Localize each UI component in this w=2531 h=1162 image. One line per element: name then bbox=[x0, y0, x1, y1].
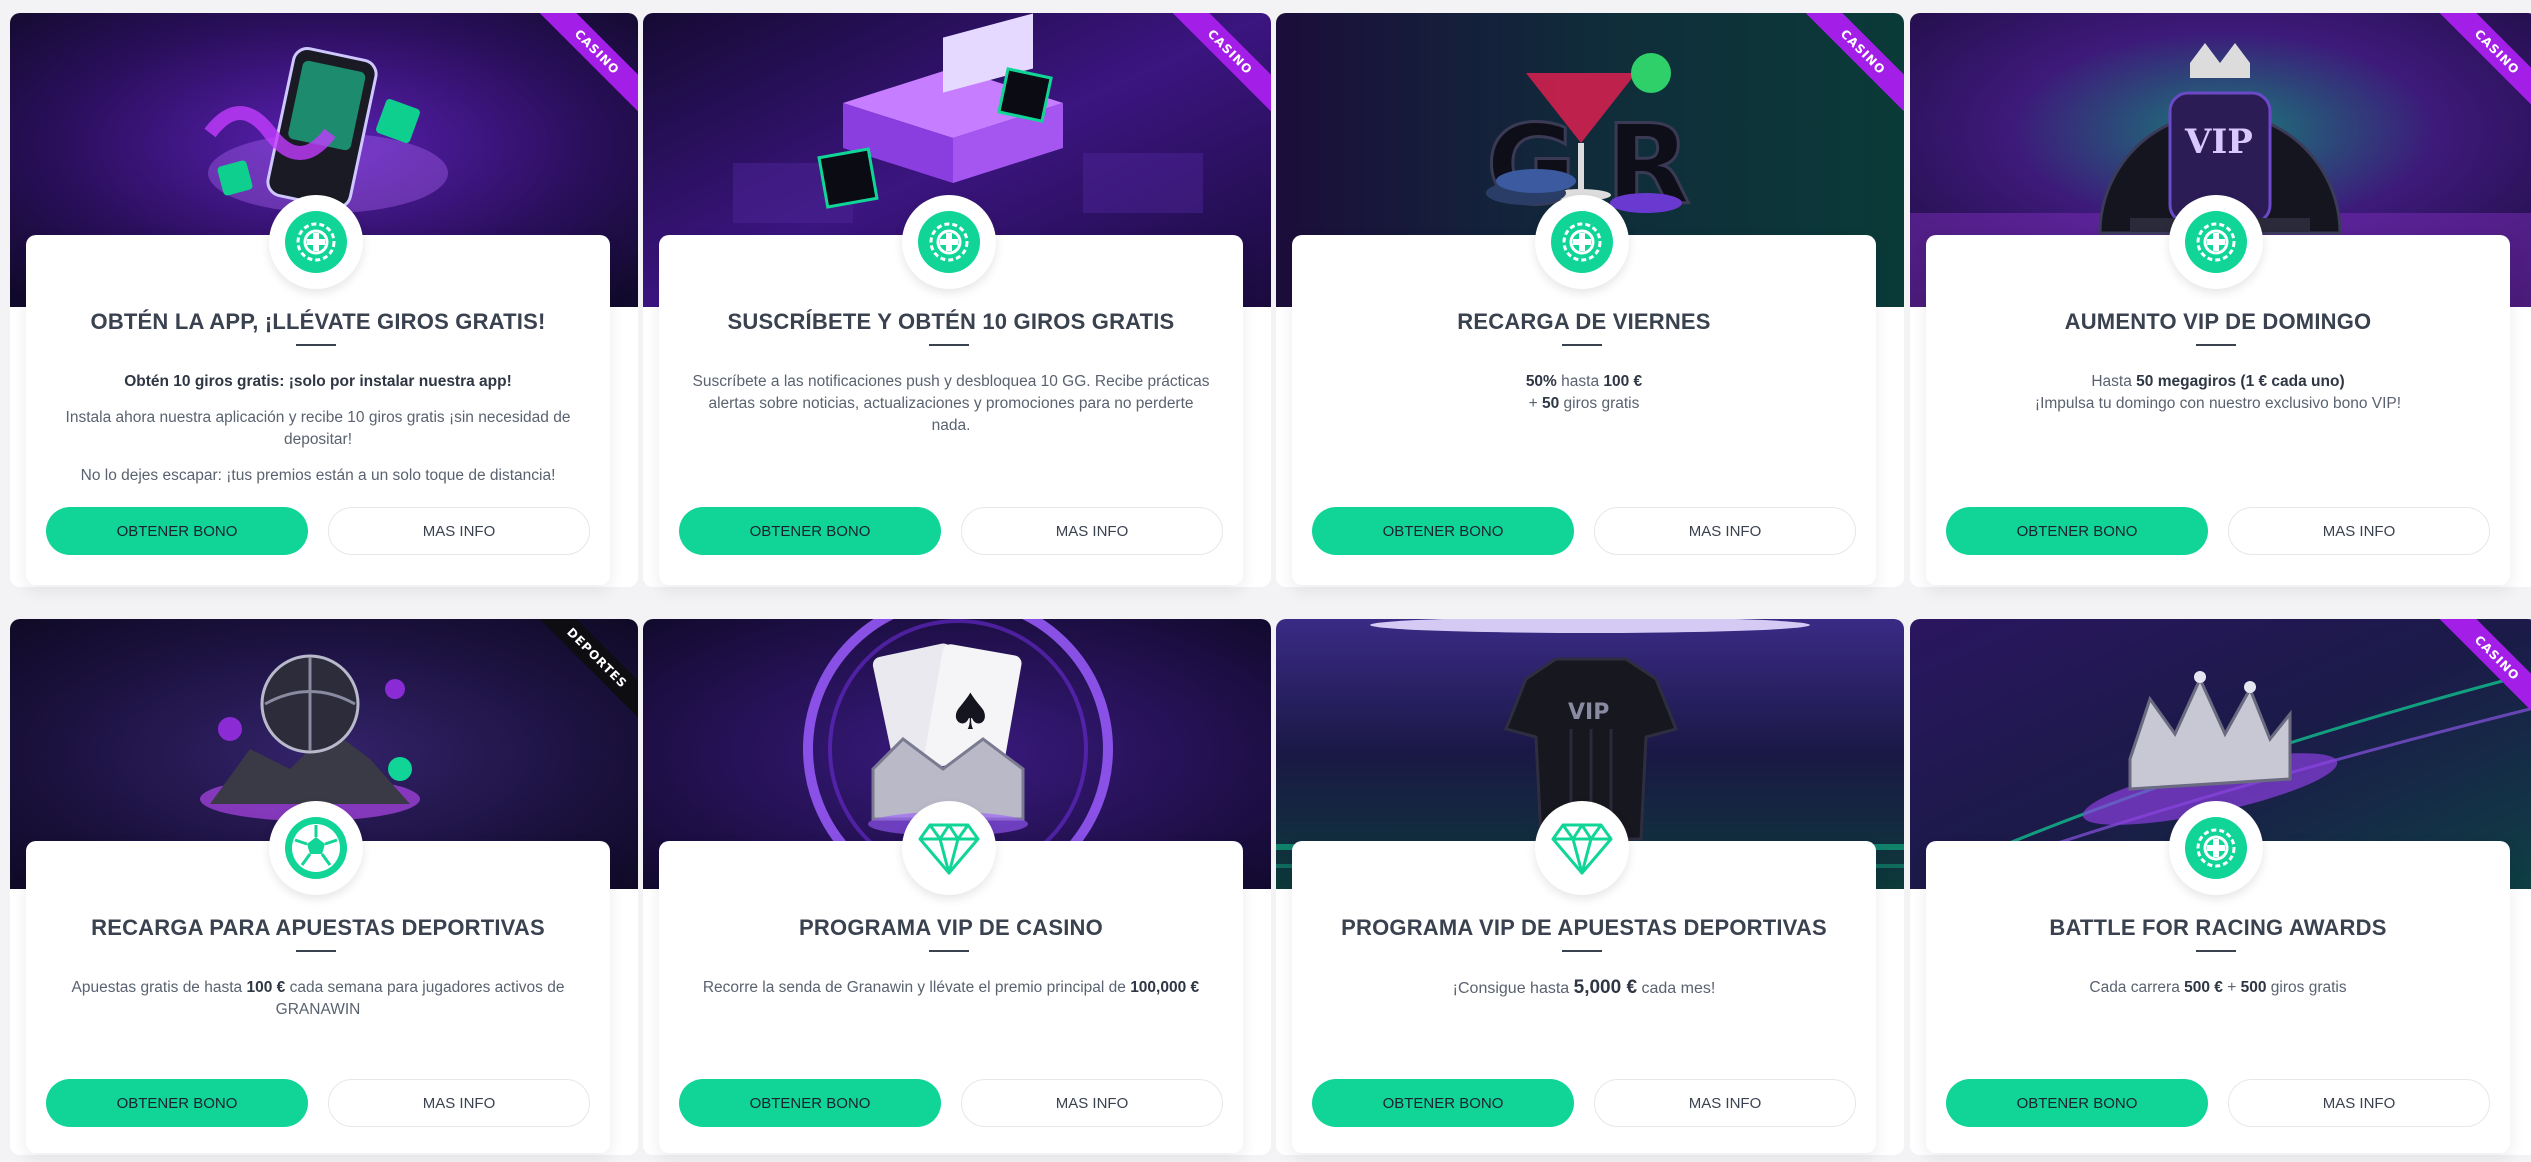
promo-card: CASINO OBTÉN LA APP, ¡LLÉVATE GIROS GRAT… bbox=[10, 13, 638, 587]
bonus-amount: 50 megagiros (1 € cada uno) bbox=[2136, 373, 2345, 390]
roulette-chip-icon bbox=[1535, 195, 1629, 289]
bonus-amount: 100 € bbox=[246, 979, 286, 996]
spins-count: 500 bbox=[2240, 979, 2267, 996]
promo-text: No lo dejes escapar: ¡tus premios están … bbox=[80, 467, 556, 484]
promo-title: OBTÉN LA APP, ¡LLÉVATE GIROS GRATIS! bbox=[90, 309, 546, 334]
promo-description: Suscríbete a las notificaciones push y d… bbox=[689, 371, 1213, 451]
spins-count: 50 bbox=[1541, 395, 1560, 412]
ribbon-label: CASINO bbox=[1161, 13, 1271, 122]
promo-lead: Obtén 10 giros gratis: ¡solo por instala… bbox=[124, 373, 512, 390]
promo-text: ¡Impulsa tu domingo con nuestro exclusiv… bbox=[2034, 395, 2402, 412]
title-divider bbox=[2196, 344, 2236, 346]
category-ribbon: CASINO bbox=[1161, 13, 1271, 123]
promo-text: giros gratis bbox=[1559, 395, 1640, 412]
bonus-percent: 50% bbox=[1525, 373, 1557, 390]
get-bonus-button[interactable]: OBTENER BONO bbox=[1312, 1079, 1574, 1127]
ribbon-label: CASINO bbox=[528, 13, 638, 122]
ribbon-label: CASINO bbox=[2428, 619, 2531, 728]
get-bonus-button[interactable]: OBTENER BONO bbox=[1946, 507, 2208, 555]
more-info-button[interactable]: MAS INFO bbox=[1594, 1079, 1856, 1127]
soccer-ball-icon bbox=[269, 801, 363, 895]
get-bonus-button[interactable]: OBTENER BONO bbox=[679, 1079, 941, 1127]
promo-text: Recorre la senda de Granawin y llévate e… bbox=[702, 979, 1131, 996]
promo-card: G R CASINO RECARGA DE VIERNES 50% hasta … bbox=[1276, 13, 1904, 587]
more-info-button[interactable]: MAS INFO bbox=[1594, 507, 1856, 555]
promo-card: CASINO BATTLE FOR RACING AWARDS Cada car… bbox=[1910, 619, 2531, 1155]
promo-description: Cada carrera 500 € + 500 giros gratis bbox=[1956, 977, 2480, 999]
bonus-amount: 5,000 € bbox=[1573, 977, 1638, 998]
promo-title: AUMENTO VIP DE DOMINGO bbox=[2064, 309, 2372, 334]
category-ribbon: CASINO bbox=[528, 13, 638, 123]
title-divider bbox=[296, 344, 336, 346]
more-info-button[interactable]: MAS INFO bbox=[2228, 507, 2490, 555]
more-info-button[interactable]: MAS INFO bbox=[328, 1079, 590, 1127]
ribbon-label: CASINO bbox=[2428, 13, 2531, 122]
promo-text: cada semana para jugadores activos de GR… bbox=[275, 979, 565, 1018]
promo-title: BATTLE FOR RACING AWARDS bbox=[2049, 915, 2387, 940]
title-divider bbox=[1562, 344, 1602, 346]
title-divider bbox=[296, 950, 336, 952]
category-ribbon: CASINO bbox=[1794, 13, 1904, 123]
title-divider bbox=[1562, 950, 1602, 952]
diamond-icon bbox=[902, 801, 996, 895]
promo-description: 50% hasta 100 € + 50 giros gratis bbox=[1322, 371, 1846, 415]
title-divider bbox=[929, 950, 969, 952]
bonus-amount: 100,000 € bbox=[1130, 979, 1200, 996]
more-info-button[interactable]: MAS INFO bbox=[328, 507, 590, 555]
promo-text: + bbox=[2222, 979, 2241, 996]
category-ribbon: CASINO bbox=[2428, 13, 2531, 123]
get-bonus-button[interactable]: OBTENER BONO bbox=[1946, 1079, 2208, 1127]
promo-text: ¡Consigue hasta bbox=[1452, 980, 1574, 997]
promo-description: Obtén 10 giros gratis: ¡solo por instala… bbox=[56, 371, 580, 501]
more-info-button[interactable]: MAS INFO bbox=[961, 1079, 1223, 1127]
bonus-amount: 100 € bbox=[1603, 373, 1643, 390]
promo-text: Instala ahora nuestra aplicación y recib… bbox=[65, 409, 571, 448]
promo-card: CASINO SUSCRÍBETE Y OBTÉN 10 GIROS GRATI… bbox=[643, 13, 1271, 587]
promo-card: DEPORTES RECARGA PARA APUESTAS DEPORTIVA… bbox=[10, 619, 638, 1155]
svg-text:♠: ♠ bbox=[948, 683, 993, 741]
promo-card: VIP CASINO AUMENTO VIP DE DOMINGO Hasta … bbox=[1910, 13, 2531, 587]
ribbon-label: CASINO bbox=[1794, 13, 1904, 122]
promotions-grid: CASINO OBTÉN LA APP, ¡LLÉVATE GIROS GRAT… bbox=[0, 0, 2531, 1162]
title-divider bbox=[929, 344, 969, 346]
diamond-icon bbox=[1535, 801, 1629, 895]
promo-card: ♠ PROGRAMA VIP DE CASINO Recorre la send… bbox=[643, 619, 1271, 1155]
roulette-chip-icon bbox=[2169, 195, 2263, 289]
promo-title: RECARGA DE VIERNES bbox=[1457, 309, 1711, 334]
promo-text: Hasta bbox=[2091, 373, 2137, 390]
get-bonus-button[interactable]: OBTENER BONO bbox=[1312, 507, 1574, 555]
ribbon-label: DEPORTES bbox=[528, 619, 638, 728]
roulette-chip-icon bbox=[902, 195, 996, 289]
svg-text:VIP: VIP bbox=[1568, 700, 1609, 725]
promo-title: PROGRAMA VIP DE APUESTAS DEPORTIVAS bbox=[1341, 915, 1827, 940]
more-info-button[interactable]: MAS INFO bbox=[961, 507, 1223, 555]
get-bonus-button[interactable]: OBTENER BONO bbox=[46, 1079, 308, 1127]
more-info-button[interactable]: MAS INFO bbox=[2228, 1079, 2490, 1127]
get-bonus-button[interactable]: OBTENER BONO bbox=[679, 507, 941, 555]
roulette-chip-icon bbox=[269, 195, 363, 289]
promo-text: hasta bbox=[1556, 373, 1604, 390]
promo-text: Apuestas gratis de hasta bbox=[71, 979, 247, 996]
promo-title: PROGRAMA VIP DE CASINO bbox=[799, 915, 1103, 940]
svg-text:VIP: VIP bbox=[2184, 122, 2253, 162]
roulette-chip-icon bbox=[2169, 801, 2263, 895]
promo-text: giros gratis bbox=[2266, 979, 2347, 996]
promo-card: VIP PROGRAMA VIP DE APUESTAS DEPORTIVAS … bbox=[1276, 619, 1904, 1155]
promo-description: Hasta 50 megagiros (1 € cada uno) ¡Impul… bbox=[1956, 371, 2480, 415]
promo-text: + bbox=[1528, 395, 1542, 412]
promo-title: RECARGA PARA APUESTAS DEPORTIVAS bbox=[91, 915, 545, 940]
title-divider bbox=[2196, 950, 2236, 952]
promo-text: Suscríbete a las notificaciones push y d… bbox=[692, 373, 1210, 434]
bonus-amount: 500 € bbox=[2184, 979, 2223, 996]
promo-description: Recorre la senda de Granawin y llévate e… bbox=[689, 977, 1213, 999]
promo-description: ¡Consigue hasta 5,000 € cada mes! bbox=[1322, 977, 1846, 1000]
category-ribbon: CASINO bbox=[2428, 619, 2531, 729]
get-bonus-button[interactable]: OBTENER BONO bbox=[46, 507, 308, 555]
promo-text: cada mes! bbox=[1637, 980, 1716, 997]
promo-text: Cada carrera bbox=[2089, 979, 2185, 996]
promo-title: SUSCRÍBETE Y OBTÉN 10 GIROS GRATIS bbox=[727, 309, 1175, 334]
promo-description: Apuestas gratis de hasta 100 € cada sema… bbox=[56, 977, 580, 1021]
category-ribbon: DEPORTES bbox=[528, 619, 638, 729]
